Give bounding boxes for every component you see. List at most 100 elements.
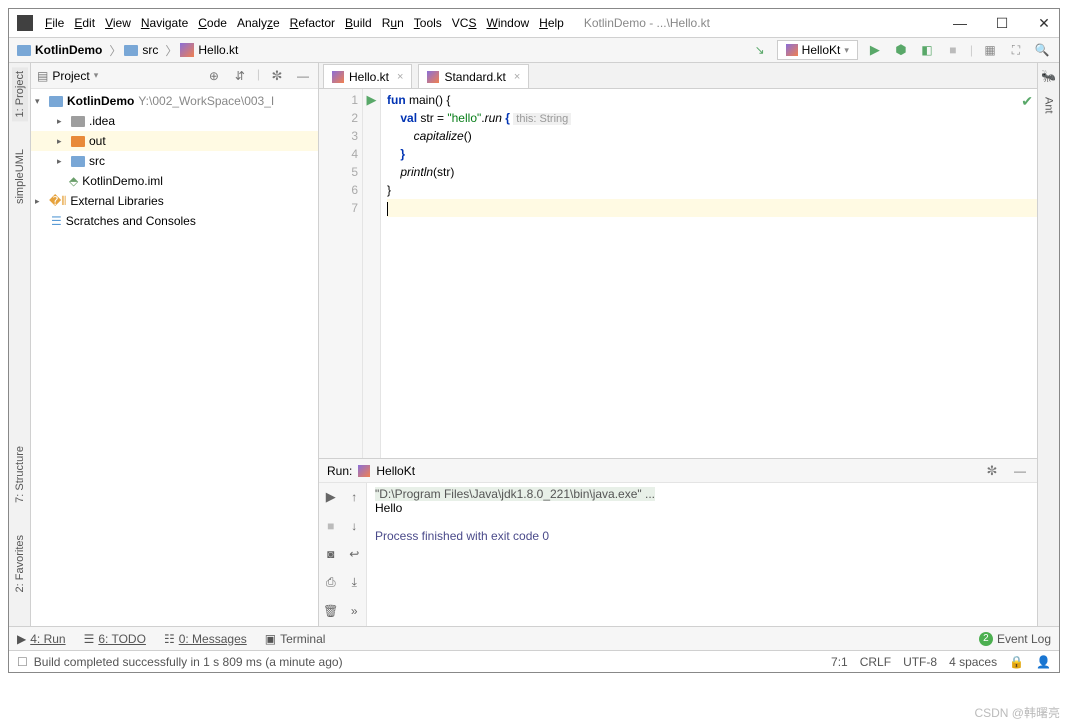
tree-item-src[interactable]: ▸src: [31, 151, 318, 171]
project-panel-title[interactable]: ▤Project ▾: [37, 69, 98, 83]
print-icon[interactable]: ⎙: [319, 569, 343, 597]
run-line-icon[interactable]: ▶: [367, 92, 377, 108]
menu-vcs[interactable]: VCS: [452, 16, 477, 30]
tree-scratches[interactable]: ☰Scratches and Consoles: [31, 211, 318, 231]
search-everywhere-icon[interactable]: 🔍: [1033, 41, 1051, 59]
menu-file[interactable]: File: [45, 16, 64, 30]
more-icon[interactable]: »: [343, 597, 367, 625]
tool-simpleuml[interactable]: simpleUML: [12, 145, 28, 208]
wrap-icon[interactable]: ↩: [343, 540, 367, 568]
breadcrumb-src[interactable]: src: [124, 43, 158, 57]
bottom-tab-terminal[interactable]: ▣ Terminal: [265, 632, 326, 646]
editor-tabs: Hello.kt× Standard.kt×: [319, 63, 1037, 89]
expand-icon[interactable]: ⇵: [231, 67, 249, 85]
indent-setting[interactable]: 4 spaces: [949, 655, 997, 669]
menu-edit[interactable]: Edit: [74, 16, 95, 30]
project-structure-icon[interactable]: ▦: [981, 41, 999, 59]
editor-area: Hello.kt× Standard.kt× 1234567 ▶ fun mai…: [319, 63, 1037, 626]
tree-item-iml[interactable]: ⬘KotlinDemo.iml: [31, 171, 318, 191]
menu-tools[interactable]: Tools: [414, 16, 442, 30]
tool-favorites[interactable]: 2: Favorites: [12, 531, 28, 596]
breadcrumb-file[interactable]: Hello.kt: [180, 43, 238, 57]
code-editor[interactable]: 1234567 ▶ fun main() { val str = "hello"…: [319, 89, 1037, 458]
bottom-tab-run[interactable]: ▶ 4: Run: [17, 632, 66, 646]
run-toolbar: ▶ ↑ ■ ↓ ◙ ↩ ⎙ ⤓ 🗑 »: [319, 483, 367, 626]
hide-panel-icon[interactable]: —: [294, 67, 312, 85]
run-button[interactable]: ▶: [866, 41, 884, 59]
file-encoding[interactable]: UTF-8: [903, 655, 937, 669]
event-count-badge: 2: [979, 632, 993, 646]
inspector-icon[interactable]: 👤: [1036, 655, 1051, 669]
project-tree[interactable]: ▾ KotlinDemo Y:\002_WorkSpace\003_I ▸.id…: [31, 89, 318, 626]
tree-item-out[interactable]: ▸out: [31, 131, 318, 151]
line-separator[interactable]: CRLF: [860, 655, 891, 669]
menu-navigate[interactable]: Navigate: [141, 16, 188, 30]
tree-item-idea[interactable]: ▸.idea: [31, 111, 318, 131]
run-title: Run:: [327, 464, 352, 478]
inspection-ok-icon: ✔: [1021, 93, 1033, 110]
run-gutter: ▶: [363, 89, 381, 458]
maximize-button[interactable]: ☐: [995, 15, 1009, 32]
bottom-tab-messages[interactable]: ☷ 0: Messages: [164, 632, 247, 646]
tool-structure[interactable]: 7: Structure: [12, 442, 28, 507]
menu-help[interactable]: Help: [539, 16, 564, 30]
breadcrumb-root[interactable]: KotlinDemo: [17, 43, 102, 57]
toggle-layout-icon[interactable]: ⛶: [1007, 41, 1025, 59]
menu-run[interactable]: Run: [382, 16, 404, 30]
ant-icon[interactable]: 🐜: [1041, 69, 1056, 83]
kotlin-icon: [358, 465, 370, 477]
run-tool-window: Run: HelloKt ✼ — ▶ ↑ ■ ↓ ◙ ↩: [319, 458, 1037, 626]
tab-standard[interactable]: Standard.kt×: [418, 64, 529, 88]
tool-project[interactable]: 1: Project: [12, 67, 28, 121]
run-config-name: HelloKt: [376, 464, 415, 478]
debug-button[interactable]: ⬢: [892, 41, 910, 59]
menu-refactor[interactable]: Refactor: [290, 16, 335, 30]
status-message: Build completed successfully in 1 s 809 …: [34, 655, 343, 669]
titlebar: File Edit View Navigate Code Analyze Ref…: [9, 9, 1059, 37]
close-button[interactable]: ✕: [1037, 15, 1051, 32]
build-icon[interactable]: ↘: [751, 41, 769, 59]
lock-icon[interactable]: 🔒: [1009, 655, 1024, 669]
run-settings-icon[interactable]: ✼: [983, 462, 1001, 480]
tab-hello[interactable]: Hello.kt×: [323, 64, 412, 88]
tree-external-libs[interactable]: ▸�⫴External Libraries: [31, 191, 318, 211]
stop-icon[interactable]: ■: [319, 512, 343, 540]
status-bar: ☐ Build completed successfully in 1 s 80…: [9, 650, 1059, 672]
bottom-tool-tabs: ▶ 4: Run ☰ 6: TODO ☷ 0: Messages ▣ Termi…: [9, 626, 1059, 650]
menu-analyze[interactable]: Analyze: [237, 16, 280, 30]
run-config-selector[interactable]: HelloKt ▾: [777, 40, 858, 60]
close-icon[interactable]: ×: [397, 71, 403, 83]
caret-position[interactable]: 7:1: [831, 655, 848, 669]
console-output[interactable]: "D:\Program Files\Java\jdk1.8.0_221\bin\…: [367, 483, 1037, 626]
left-tool-strip: 1: Project simpleUML 7: Structure 2: Fav…: [9, 63, 31, 626]
window-title: KotlinDemo - ...\Hello.kt: [584, 16, 710, 30]
close-icon[interactable]: ×: [514, 71, 520, 83]
navbar: KotlinDemo 〉 src 〉 Hello.kt ↘ HelloKt ▾ …: [9, 37, 1059, 63]
right-tool-strip: 🐜 Ant: [1037, 63, 1059, 626]
locate-icon[interactable]: ⊕: [205, 67, 223, 85]
up-icon[interactable]: ↑: [343, 483, 367, 511]
run-hide-icon[interactable]: —: [1011, 462, 1029, 480]
trash-icon[interactable]: 🗑: [319, 597, 343, 625]
menu-code[interactable]: Code: [198, 16, 227, 30]
rerun-icon[interactable]: ▶: [319, 483, 343, 511]
bottom-tab-eventlog[interactable]: Event Log: [997, 632, 1051, 646]
menu-build[interactable]: Build: [345, 16, 372, 30]
status-icon[interactable]: ☐: [17, 655, 28, 669]
down-icon[interactable]: ↓: [343, 512, 367, 540]
line-gutter: 1234567: [319, 89, 363, 458]
app-icon: [17, 15, 33, 31]
minimize-button[interactable]: —: [953, 15, 967, 32]
ide-window: File Edit View Navigate Code Analyze Ref…: [8, 8, 1060, 673]
tool-ant[interactable]: Ant: [1041, 93, 1057, 118]
menu-view[interactable]: View: [105, 16, 131, 30]
export-icon[interactable]: ⤓: [343, 569, 367, 597]
camera-icon[interactable]: ◙: [319, 540, 343, 568]
stop-button[interactable]: ■: [944, 41, 962, 59]
menu-window[interactable]: Window: [486, 16, 529, 30]
tree-root[interactable]: ▾ KotlinDemo Y:\002_WorkSpace\003_I: [31, 91, 318, 111]
watermark: CSDN @韩曙亮: [974, 704, 1060, 721]
panel-settings-icon[interactable]: ✼: [268, 67, 286, 85]
coverage-button[interactable]: ◧: [918, 41, 936, 59]
bottom-tab-todo[interactable]: ☰ 6: TODO: [84, 632, 146, 646]
